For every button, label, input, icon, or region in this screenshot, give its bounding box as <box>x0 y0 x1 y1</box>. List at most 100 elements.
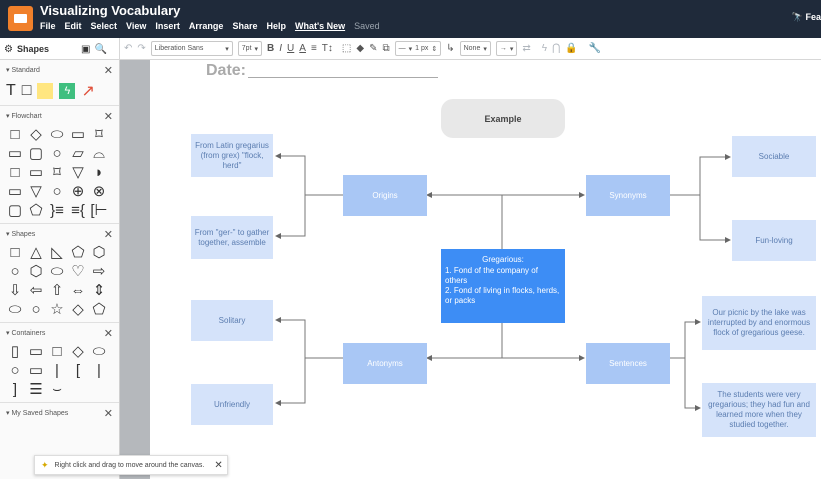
sticky-note-icon[interactable] <box>37 83 54 99</box>
flowchart-shape-icon[interactable]: ▭ <box>27 165 45 181</box>
flowchart-shape-icon[interactable]: ⬭ <box>48 127 66 143</box>
menu-select[interactable]: Select <box>91 21 118 31</box>
lock-icon[interactable]: 🔒 <box>565 41 577 56</box>
container-shape-icon[interactable]: ▯ <box>6 344 24 360</box>
search-icon[interactable]: 🔍 <box>94 44 106 55</box>
close-icon[interactable]: ✕ <box>104 64 113 77</box>
container-shape-icon[interactable]: | <box>90 363 108 379</box>
origin-detail-1[interactable]: From Latin gregarius (from grex) "flock,… <box>191 134 273 177</box>
flowchart-shape-icon[interactable]: □ <box>6 127 24 143</box>
basic-shape-icon[interactable]: ⇕ <box>90 283 108 299</box>
flowchart-shape-icon[interactable]: ⌑ <box>48 165 66 181</box>
font-family-select[interactable]: Liberation Sans ▾ <box>150 41 233 56</box>
connector-style-icon[interactable]: ↳ <box>446 41 454 56</box>
synonym-detail-1[interactable]: Sociable <box>732 136 816 177</box>
basic-shape-icon[interactable]: ⬠ <box>69 245 87 261</box>
section-header[interactable]: ▾ Standard ✕ <box>6 63 113 77</box>
flowchart-shape-icon[interactable]: ⌑ <box>90 127 108 143</box>
menu-help[interactable]: Help <box>266 21 286 31</box>
close-hint-button[interactable]: ✕ <box>214 460 222 471</box>
wrench-icon[interactable]: 🔧 <box>589 41 601 56</box>
container-shape-icon[interactable]: [ <box>69 363 87 379</box>
flowchart-shape-icon[interactable]: ⊕ <box>69 184 87 200</box>
underline-button[interactable]: U <box>287 41 294 56</box>
flowchart-shape-icon[interactable]: ▽ <box>27 184 45 200</box>
synonym-detail-2[interactable]: Fun-loving <box>732 220 816 261</box>
flowchart-shape-icon[interactable]: ▱ <box>69 146 87 162</box>
container-shape-icon[interactable]: ⬭ <box>90 344 108 360</box>
container-shape-icon[interactable]: ◇ <box>69 344 87 360</box>
flowchart-shape-icon[interactable]: ◗ <box>90 165 108 181</box>
flowchart-shape-icon[interactable]: ▢ <box>27 146 45 162</box>
example-node[interactable]: Example <box>441 99 565 138</box>
menu-share[interactable]: Share <box>232 21 257 31</box>
fill-color-icon[interactable]: ◆ <box>356 41 364 56</box>
arrow-line-icon[interactable]: ↗ <box>81 81 94 101</box>
basic-shape-icon[interactable]: ⇨ <box>90 264 108 280</box>
basic-shape-icon[interactable]: ⇦ <box>27 283 45 299</box>
layer-icon[interactable]: ⋂ <box>552 41 560 56</box>
basic-shape-icon[interactable]: ⇧ <box>48 283 66 299</box>
flowchart-shape-icon[interactable]: □ <box>6 165 24 181</box>
container-shape-icon[interactable]: ▭ <box>27 363 45 379</box>
menu-whats-new[interactable]: What's New <box>295 21 345 31</box>
basic-shape-icon[interactable]: ◺ <box>48 245 66 261</box>
line-color-icon[interactable]: ✎ <box>369 41 377 56</box>
flowchart-shape-icon[interactable]: ▽ <box>69 165 87 181</box>
container-shape-icon[interactable]: ☰ <box>27 382 45 398</box>
basic-shape-icon[interactable]: ⬭ <box>6 302 24 318</box>
origin-detail-2[interactable]: From "ger-" to gather together, assemble <box>191 216 273 259</box>
flowchart-shape-icon[interactable]: ⬠ <box>27 203 45 219</box>
basic-shape-icon[interactable]: ⇩ <box>6 283 24 299</box>
bold-button[interactable]: B <box>267 41 274 56</box>
image-icon[interactable]: ▣ <box>81 44 90 55</box>
basic-shape-icon[interactable]: □ <box>6 245 24 261</box>
flowchart-shape-icon[interactable]: [⊢ <box>90 203 108 219</box>
basic-shape-icon[interactable]: ♡ <box>69 264 87 280</box>
menu-insert[interactable]: Insert <box>155 21 180 31</box>
flowchart-shape-icon[interactable]: ▭ <box>6 184 24 200</box>
flowchart-shape-icon[interactable]: }≡ <box>48 203 66 219</box>
text-size-button[interactable]: T↕ <box>322 41 333 56</box>
antonyms-node[interactable]: Antonyms <box>343 343 427 384</box>
flowchart-shape-icon[interactable]: ▭ <box>69 127 87 143</box>
synonyms-node[interactable]: Synonyms <box>586 175 670 216</box>
antonym-detail-1[interactable]: Solitary <box>191 300 273 341</box>
container-shape-icon[interactable]: | <box>48 363 66 379</box>
gear-icon[interactable]: ⚙ <box>4 44 13 55</box>
basic-shape-icon[interactable]: ○ <box>27 302 45 318</box>
flowchart-shape-icon[interactable]: ▢ <box>6 203 24 219</box>
basic-shape-icon[interactable]: ⬡ <box>27 264 45 280</box>
menu-file[interactable]: File <box>40 21 56 31</box>
swap-arrows-icon[interactable]: ⇄ <box>522 41 530 56</box>
sentence-detail-2[interactable]: The students were very gregarious; they … <box>702 383 816 437</box>
undo-icon[interactable]: ↶ <box>124 41 132 56</box>
basic-shape-icon[interactable]: ⬡ <box>90 245 108 261</box>
section-header[interactable]: ▾ My Saved Shapes ✕ <box>6 406 113 420</box>
container-shape-icon[interactable]: ○ <box>6 363 24 379</box>
flowchart-shape-icon[interactable]: ◇ <box>27 127 45 143</box>
sentence-detail-1[interactable]: Our picnic by the lake was interrupted b… <box>702 296 816 350</box>
section-header[interactable]: ▾ Shapes ✕ <box>6 227 113 241</box>
menu-arrange[interactable]: Arrange <box>189 21 224 31</box>
basic-shape-icon[interactable]: ○ <box>6 264 24 280</box>
text-shape-icon[interactable]: T <box>6 82 16 100</box>
basic-shape-icon[interactable]: ◇ <box>69 302 87 318</box>
section-header[interactable]: ▾ Flowchart ✕ <box>6 109 113 123</box>
app-logo-icon[interactable] <box>8 6 33 31</box>
shape-border-icon[interactable]: ⬚ <box>342 41 351 56</box>
menu-view[interactable]: View <box>126 21 146 31</box>
container-shape-icon[interactable]: ▭ <box>27 344 45 360</box>
close-icon[interactable]: ✕ <box>104 327 113 340</box>
basic-shape-icon[interactable]: ⬭ <box>48 264 66 280</box>
line-width-select[interactable]: — ▾ 1 px ⇕ <box>394 41 442 56</box>
container-shape-icon[interactable]: □ <box>48 344 66 360</box>
flowchart-shape-icon[interactable]: ⌓ <box>90 146 108 162</box>
basic-shape-icon[interactable]: ☆ <box>48 302 66 318</box>
feature-link[interactable]: 🔭 Fea <box>792 12 821 23</box>
rectangle-shape-icon[interactable]: □ <box>22 82 32 100</box>
flowchart-shape-icon[interactable]: ≡{ <box>69 203 87 219</box>
arrow-start-select[interactable]: None ▾ <box>459 41 491 56</box>
antonym-detail-2[interactable]: Unfriendly <box>191 384 273 425</box>
font-size-select[interactable]: 7pt ▾ <box>237 41 263 56</box>
